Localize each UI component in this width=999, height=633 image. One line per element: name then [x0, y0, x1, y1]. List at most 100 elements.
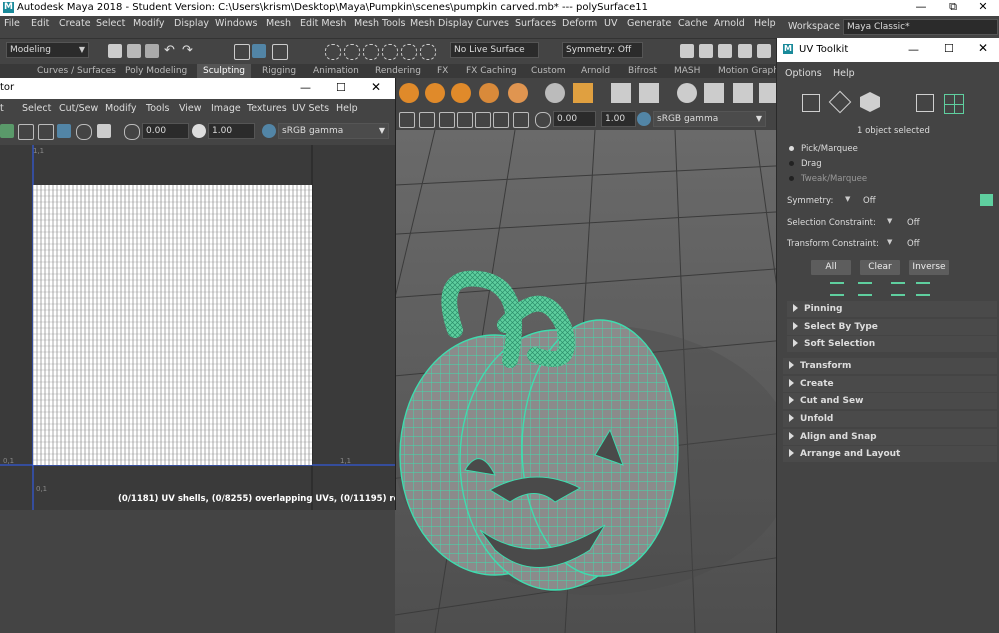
section-align-and-snap[interactable]: Align and Snap — [783, 429, 997, 445]
menu-edit[interactable]: Edit — [31, 18, 49, 29]
menu-arnold[interactable]: Arnold — [714, 18, 745, 29]
snap-surface-icon[interactable] — [401, 44, 417, 60]
chevron-down-icon[interactable]: ▼ — [887, 238, 892, 246]
menu-windows[interactable]: Windows — [215, 18, 257, 29]
snap-curve-icon[interactable] — [344, 44, 360, 60]
select-loop-icon[interactable] — [916, 282, 930, 296]
shelf-tab-fx[interactable]: FX — [437, 66, 448, 76]
select-all-button[interactable]: All — [811, 260, 851, 275]
uv-shell-mode-icon[interactable] — [944, 94, 964, 114]
section-select-by-type[interactable]: Select By Type — [787, 319, 997, 335]
symmetry-toggle-icon[interactable] — [980, 194, 993, 206]
snap-grid-icon[interactable] — [325, 44, 341, 60]
colorspace-dropdown[interactable]: sRGB gamma ▼ — [653, 111, 766, 127]
toolkit-menu-options[interactable]: Options — [785, 68, 822, 79]
uv-menu-edit[interactable]: t — [0, 103, 4, 114]
uv-menu-cut-sew[interactable]: Cut/Sew — [59, 103, 98, 114]
mask-brush-icon[interactable] — [677, 83, 697, 103]
hypershade-icon[interactable] — [738, 44, 752, 58]
uv-checker-icon[interactable] — [76, 124, 92, 140]
uv-menu-textures[interactable]: Textures — [247, 103, 287, 114]
render-frame-icon[interactable] — [680, 44, 694, 58]
uv-menu-help[interactable]: Help — [336, 103, 358, 114]
uv-menu-select[interactable]: Select — [22, 103, 51, 114]
exposure-icon[interactable] — [535, 112, 551, 128]
radio-icon[interactable] — [789, 176, 794, 181]
mode-pick-marquee[interactable]: Pick/Marquee — [801, 144, 858, 154]
section-transform[interactable]: Transform — [783, 358, 997, 374]
select-by-object-icon[interactable] — [252, 44, 266, 58]
open-scene-icon[interactable] — [127, 44, 141, 58]
grab-brush-icon[interactable] — [479, 83, 499, 103]
menu-create[interactable]: Create — [59, 18, 91, 29]
smooth-shade-icon[interactable] — [419, 112, 435, 128]
symmetry-dropdown[interactable]: Symmetry: Off — [562, 42, 643, 58]
mode-drag[interactable]: Drag — [801, 159, 822, 169]
minimize-button[interactable]: — — [300, 81, 311, 94]
menu-modify[interactable]: Modify — [133, 18, 164, 29]
selection-constraint-value[interactable]: Off — [907, 218, 920, 228]
foamy-brush-icon[interactable] — [704, 83, 724, 103]
shelf-tab-fx-caching[interactable]: FX Caching — [466, 66, 517, 76]
uv-colorspace-dropdown[interactable]: sRGB gamma ▼ — [278, 123, 389, 139]
menu-cache[interactable]: Cache — [678, 18, 708, 29]
uv-menu-view[interactable]: View — [179, 103, 202, 114]
isolate-select-icon[interactable] — [439, 112, 455, 128]
3d-viewport[interactable] — [395, 130, 780, 633]
new-scene-icon[interactable] — [108, 44, 122, 58]
vertex-mode-icon[interactable] — [802, 94, 820, 112]
sculpt-brush-icon[interactable] — [399, 83, 419, 103]
uv-menu-image[interactable]: Image — [211, 103, 241, 114]
shrink-selection-icon[interactable] — [858, 282, 872, 296]
menu-uv[interactable]: UV — [604, 18, 617, 29]
snap-view-icon[interactable] — [382, 44, 398, 60]
menu-display[interactable]: Display — [174, 18, 209, 29]
minimize-button[interactable]: — — [908, 43, 919, 56]
section-soft-selection[interactable]: Soft Selection — [787, 336, 997, 352]
uv-gamma-icon[interactable] — [192, 124, 206, 138]
uv-snapshot-icon[interactable] — [97, 124, 111, 138]
grow-selection-icon[interactable] — [830, 282, 844, 296]
render-settings-icon[interactable] — [718, 44, 732, 58]
freeze-brush-icon[interactable] — [545, 83, 565, 103]
maximize-button[interactable]: ☐ — [336, 81, 346, 94]
uv-mode-icon[interactable] — [916, 94, 934, 112]
transform-constraint-value[interactable]: Off — [907, 239, 920, 249]
sculpt-settings-icon[interactable] — [611, 83, 631, 103]
shelf-tab-motion-graph[interactable]: Motion Graph — [718, 66, 779, 76]
snap-point-icon[interactable] — [363, 44, 379, 60]
uv-menu-uv-sets[interactable]: UV Sets — [292, 103, 329, 114]
uv-menu-modify[interactable]: Modify — [105, 103, 136, 114]
wax-brush-icon[interactable] — [639, 83, 659, 103]
edge-mode-icon[interactable] — [828, 90, 852, 114]
section-arrange-and-layout[interactable]: Arrange and Layout — [783, 446, 997, 462]
pinch-brush-icon[interactable] — [508, 83, 528, 103]
minimize-button[interactable]: — — [905, 0, 937, 16]
shelf-tab-arnold[interactable]: Arnold — [581, 66, 610, 76]
relax-brush-icon[interactable] — [451, 83, 471, 103]
exposure-field[interactable]: 0.00 — [553, 111, 596, 127]
section-cut-and-sew[interactable]: Cut and Sew — [783, 393, 997, 409]
gamma-field[interactable]: 1.00 — [601, 111, 636, 127]
workspace-dropdown[interactable]: Maya Classic* — [843, 19, 998, 35]
shelf-tab-mash[interactable]: MASH — [674, 66, 700, 76]
uv-pixel-snap-icon[interactable] — [38, 124, 54, 140]
inverse-selection-button[interactable]: Inverse — [909, 260, 949, 275]
face-mode-icon[interactable] — [860, 92, 880, 112]
clear-selection-button[interactable]: Clear — [860, 260, 900, 275]
uv-gamma-field[interactable]: 1.00 — [208, 123, 255, 139]
redo-icon[interactable]: ↷ — [182, 43, 193, 58]
shelf-tab-poly-modeling[interactable]: Poly Modeling — [125, 66, 187, 76]
mode-dropdown[interactable]: Modeling ▼ — [6, 42, 89, 58]
wireframe-toggle-icon[interactable] — [399, 112, 415, 128]
save-scene-icon[interactable] — [145, 44, 159, 58]
erase-brush-icon[interactable] — [759, 83, 777, 103]
shelf-tab-rigging[interactable]: Rigging — [262, 66, 296, 76]
live-surface-field[interactable]: No Live Surface — [450, 42, 539, 58]
menu-generate[interactable]: Generate — [627, 18, 671, 29]
radio-icon[interactable] — [789, 161, 794, 166]
undo-icon[interactable]: ↶ — [164, 43, 175, 58]
menu-mesh-display[interactable]: Mesh Display — [410, 18, 473, 29]
menu-select[interactable]: Select — [96, 18, 125, 29]
menu-help[interactable]: Help — [754, 18, 776, 29]
